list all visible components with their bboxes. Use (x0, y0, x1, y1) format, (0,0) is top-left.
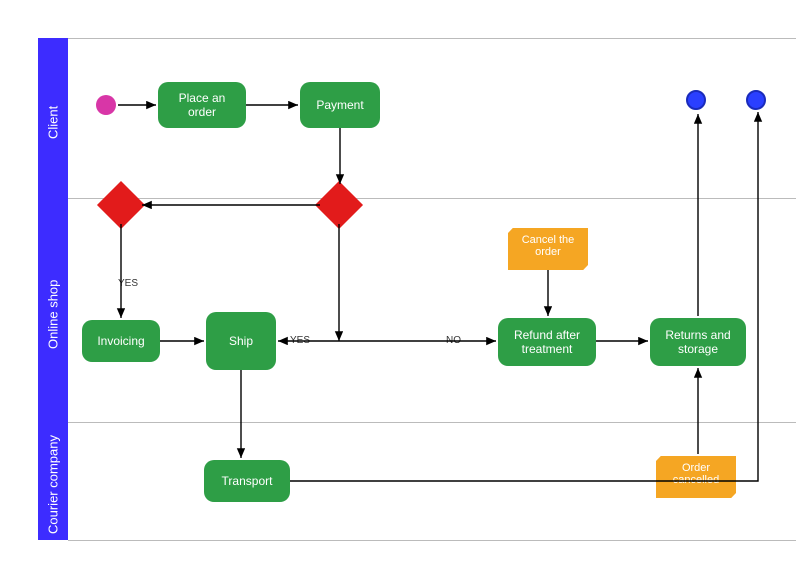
note-cancel-order[interactable]: Cancel the order (508, 228, 588, 270)
note-order-cancelled[interactable]: Order cancelled (656, 456, 736, 498)
lane-divider (68, 38, 796, 39)
lane-divider (68, 198, 796, 199)
node-refund[interactable]: Refund after treatment (498, 318, 596, 366)
node-transport[interactable]: Transport (204, 460, 290, 502)
node-payment[interactable]: Payment (300, 82, 380, 128)
node-ship[interactable]: Ship (206, 312, 276, 370)
edge-label-yes1: YES (116, 278, 140, 289)
lane-label-shop: Online shop (38, 198, 68, 430)
node-place-order[interactable]: Place an order (158, 82, 246, 128)
end-event-1[interactable] (686, 90, 706, 110)
gateway-left[interactable] (97, 181, 145, 229)
lane-divider (68, 540, 796, 541)
gateway-main[interactable] (315, 181, 363, 229)
lane-divider (68, 422, 796, 423)
lane-label-client: Client (38, 38, 68, 206)
edge-label-yes2: YES (288, 335, 312, 346)
edge-label-no: NO (444, 335, 463, 346)
node-returns[interactable]: Returns and storage (650, 318, 746, 366)
lane-label-courier: Courier company (38, 422, 68, 548)
node-invoicing[interactable]: Invoicing (82, 320, 160, 362)
end-event-2[interactable] (746, 90, 766, 110)
start-event[interactable] (96, 95, 116, 115)
